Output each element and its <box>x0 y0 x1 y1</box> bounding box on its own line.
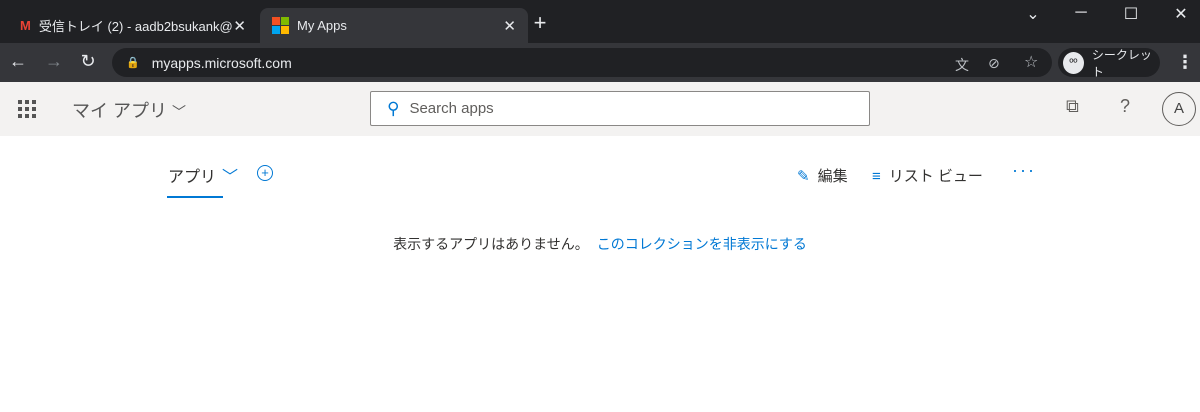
tab-apps-collection[interactable]: アプリ ﹀ <box>168 163 238 187</box>
collection-tab-label: アプリ <box>168 169 217 186</box>
incognito-label: シークレット <box>1091 47 1152 79</box>
add-collection-icon[interactable]: + <box>257 165 273 181</box>
translate-icon[interactable]: 文 <box>955 55 969 75</box>
avatar[interactable]: A <box>1162 92 1196 126</box>
microsoft-icon <box>272 17 289 34</box>
active-tab-underline <box>167 196 223 198</box>
url-text: myapps.microsoft.com <box>151 54 292 71</box>
tracking-blocked-icon[interactable]: ⊘ <box>988 55 1000 72</box>
hide-collection-link[interactable]: このコレクションを非表示にする <box>597 236 807 252</box>
pencil-icon: ✎ <box>797 168 810 185</box>
search-icon: ⚲ <box>387 98 400 118</box>
minimize-button[interactable]: ─ <box>1066 4 1096 22</box>
tab-title: 受信トレイ (2) - aadb2bsukank@g <box>38 19 234 34</box>
back-button[interactable]: ← <box>6 51 30 72</box>
close-tab-icon[interactable]: ✕ <box>233 17 246 35</box>
empty-state: 表示するアプリはありません。 このコレクションを非表示にする <box>0 234 1200 254</box>
help-icon[interactable]: ? <box>1120 96 1130 117</box>
search-placeholder: Search apps <box>409 100 494 117</box>
address-bar[interactable]: 🔒 myapps.microsoft.com <box>112 48 1052 77</box>
browser-tab-strip: M 受信トレイ (2) - aadb2bsukank@g ✕ My Apps ✕… <box>0 0 1200 43</box>
more-options-icon[interactable]: ··· <box>1012 160 1036 181</box>
tab-gmail[interactable]: M 受信トレイ (2) - aadb2bsukank@g ✕ <box>8 8 258 43</box>
reload-button[interactable]: ↻ <box>76 51 100 72</box>
tab-title: My Apps <box>297 18 347 33</box>
incognito-icon: ºº <box>1063 51 1084 74</box>
app-title-dropdown[interactable]: マイ アプリ ﹀ <box>72 97 186 123</box>
bookmark-star-icon[interactable]: ☆ <box>1024 52 1038 72</box>
gmail-icon: M <box>20 18 31 33</box>
new-tab-button[interactable]: + <box>528 10 552 36</box>
incognito-button[interactable]: ºº シークレット <box>1058 47 1160 79</box>
edit-label: 編集 <box>817 168 848 185</box>
close-window-button[interactable]: ✕ <box>1166 4 1196 24</box>
empty-message: 表示するアプリはありません。 <box>393 236 589 252</box>
forward-button[interactable]: → <box>42 51 66 72</box>
list-view-button[interactable]: ≡ リスト ビュー <box>872 165 983 186</box>
list-icon: ≡ <box>872 168 881 185</box>
close-tab-icon[interactable]: ✕ <box>503 17 516 35</box>
list-view-label: リスト ビュー <box>888 168 983 185</box>
search-input[interactable]: ⚲ Search apps <box>370 91 870 126</box>
chevron-down-icon: ﹀ <box>222 169 239 186</box>
edit-button[interactable]: ✎ 編集 <box>797 165 848 186</box>
chevron-down-icon: ﹀ <box>172 104 187 120</box>
browser-menu-icon[interactable]: ⋮ <box>1176 52 1194 73</box>
tab-my-apps[interactable]: My Apps ✕ <box>260 8 528 43</box>
maximize-button[interactable]: ☐ <box>1116 4 1146 24</box>
org-chart-icon[interactable]: ⧉ <box>1066 96 1079 117</box>
tab-search-icon[interactable]: ⌄ <box>1018 4 1048 24</box>
app-header: マイ アプリ ﹀ ⚲ Search apps ⧉ ? A <box>0 82 1200 136</box>
browser-toolbar: ← → ↻ 🔒 myapps.microsoft.com 文 ⊘ ☆ ºº シー… <box>0 43 1200 82</box>
app-title: マイ アプリ <box>72 101 168 121</box>
app-launcher-icon[interactable] <box>18 100 36 118</box>
lock-icon: 🔒 <box>126 57 140 69</box>
